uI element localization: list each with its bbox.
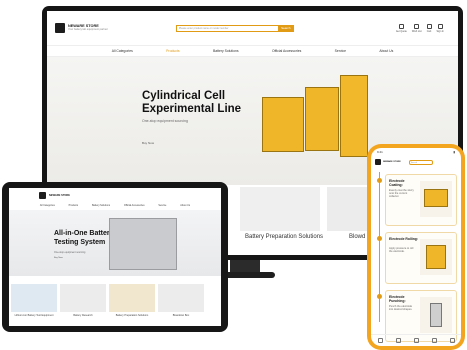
- machine-image: [340, 75, 368, 157]
- timeline-dot: [377, 294, 382, 299]
- search-button[interactable]: Search: [277, 24, 294, 32]
- timeline-dot: [377, 236, 382, 241]
- phone-header: NEWARE STORE Search: [371, 156, 461, 168]
- nav-about-us[interactable]: About Us: [180, 204, 190, 207]
- category-card-label[interactable]: Blowdown Box: [156, 314, 206, 317]
- nav-service[interactable]: Service: [335, 49, 346, 53]
- hero-cta-link[interactable]: Buy Now: [142, 141, 154, 145]
- category-card-label[interactable]: Battery Research: [58, 314, 108, 317]
- user-icon[interactable]: [449, 338, 455, 343]
- cart-icon: [426, 23, 432, 29]
- tablet-nav: All Categories Products Battery Solution…: [9, 202, 221, 208]
- category-card-image[interactable]: [109, 284, 155, 312]
- step-description: Evenly coat the slurry onto the current …: [389, 189, 414, 199]
- quote-icon: [398, 23, 404, 29]
- status-time: 9:41: [377, 150, 383, 154]
- phone-device: 9:41 ▮ NEWARE STORE Search Electrode Coa…: [367, 144, 465, 350]
- category-card-image[interactable]: [11, 284, 57, 312]
- nav-all-categories[interactable]: All Categories: [112, 49, 133, 53]
- step-title: Electrode Rolling:: [389, 237, 419, 241]
- wishlist-label: Wish List: [411, 29, 422, 33]
- step-description: Punch the electrode into desired shapes.: [389, 305, 413, 312]
- timeline-dot: [377, 178, 382, 183]
- tablet-category-cards: Lithium-Ion Battery Test Equipment Batte…: [9, 278, 221, 326]
- category-card-label[interactable]: Battery Preparation Solutions: [107, 314, 157, 317]
- tablet-screen: NEWARE STORE All Categories Products Bat…: [9, 188, 221, 326]
- brand-name: NEWARE STORE Your battery lab equipment …: [68, 24, 108, 33]
- quote-label: Get Quote: [395, 29, 407, 33]
- logo-mark: [55, 23, 65, 33]
- search-bar: Please enter product name or model numbe…: [175, 24, 294, 32]
- machine-image: [426, 245, 446, 269]
- nav-all-categories[interactable]: All Categories: [40, 204, 55, 207]
- signin-button[interactable]: Sign In: [436, 23, 444, 33]
- tablet-hero-subtitle: One-stop equipment sourcing: [54, 251, 86, 254]
- punching-machine-image: [420, 297, 452, 333]
- tablet-hero-cta[interactable]: Buy Now: [54, 257, 63, 259]
- nav-official-accessories[interactable]: Official Accessories: [272, 49, 301, 53]
- machine-image: [305, 87, 339, 151]
- cart-button[interactable]: Cart: [426, 23, 432, 33]
- rolling-machine-image: [420, 239, 452, 275]
- search-input[interactable]: Please enter product name or model numbe…: [175, 24, 278, 32]
- brand-name-text: NEWARE STORE: [68, 23, 99, 28]
- process-timeline: [379, 172, 380, 322]
- phone-tab-bar: [371, 334, 461, 346]
- machine-image: [430, 303, 442, 327]
- process-step[interactable]: Electrode Rolling: Apply pressure to rol…: [385, 232, 457, 284]
- quote-icon[interactable]: [413, 338, 419, 343]
- category-card-label[interactable]: Battery Preparation Solutions: [245, 234, 323, 240]
- hero-subtitle: One-stop equipment sourcing: [142, 119, 188, 123]
- nav-products[interactable]: Products: [166, 49, 179, 53]
- brand-logo[interactable]: NEWARE STORE Your battery lab equipment …: [55, 23, 108, 33]
- machine-image: [424, 189, 448, 207]
- nav-battery-solutions[interactable]: Battery Solutions: [92, 204, 110, 207]
- category-card-label[interactable]: Blowd: [349, 234, 365, 240]
- step-description: Apply pressure to roll the electrode.: [389, 247, 414, 254]
- test-system-image: [109, 218, 177, 270]
- heart-icon: [414, 23, 420, 29]
- phone-screen: 9:41 ▮ NEWARE STORE Search Electrode Coa…: [371, 148, 461, 346]
- signin-label: Sign In: [436, 29, 444, 33]
- brand-logo[interactable]: NEWARE STORE: [39, 191, 70, 199]
- hero-title: Cylindrical Cell Experimental Line: [142, 90, 242, 115]
- step-title: Electrode Coating:: [389, 179, 405, 187]
- machine-image: [262, 97, 304, 152]
- desktop-header: NEWARE STORE Your battery lab equipment …: [47, 11, 458, 45]
- brand-tagline: Your battery lab equipment partner: [68, 28, 108, 31]
- battery-icon: ▮: [453, 150, 455, 154]
- category-card-image[interactable]: [158, 284, 204, 312]
- phone-status-bar: 9:41 ▮: [371, 148, 461, 156]
- nav-about-us[interactable]: About Us: [379, 49, 393, 53]
- nav-official-accessories[interactable]: Official Accessories: [124, 204, 145, 207]
- cart-icon[interactable]: [431, 338, 437, 343]
- process-step[interactable]: Electrode Coating: Evenly coat the slurr…: [385, 174, 457, 226]
- step-title: Electrode Punching:: [389, 295, 406, 303]
- home-icon[interactable]: [377, 338, 383, 343]
- brand-name: NEWARE STORE: [49, 193, 70, 197]
- category-icon[interactable]: [395, 338, 401, 343]
- tablet-hero-banner: All-in-One Battery Testing System One-st…: [9, 210, 221, 276]
- category-card-image[interactable]: [60, 284, 106, 312]
- tablet-device: NEWARE STORE All Categories Products Bat…: [2, 182, 228, 332]
- logo-mark[interactable]: [375, 159, 381, 165]
- coating-machine-image: [420, 181, 452, 217]
- user-icon: [437, 23, 443, 29]
- cart-label: Cart: [426, 29, 432, 33]
- tablet-header: NEWARE STORE: [9, 188, 221, 202]
- nav-battery-solutions[interactable]: Battery Solutions: [213, 49, 239, 53]
- header-icons: Get Quote Wish List Cart Sign In: [395, 23, 444, 33]
- wishlist-button[interactable]: Wish List: [411, 23, 422, 33]
- brand-name: NEWARE STORE: [383, 160, 401, 163]
- phone-search-input[interactable]: Search: [408, 159, 433, 165]
- category-card-image[interactable]: [240, 187, 320, 231]
- nav-service[interactable]: Service: [158, 204, 166, 207]
- nav-products[interactable]: Products: [69, 204, 78, 207]
- logo-mark: [39, 191, 46, 199]
- category-card-label[interactable]: Lithium-Ion Battery Test Equipment: [9, 314, 59, 317]
- desktop-nav: All Categories Products Battery Solution…: [47, 45, 458, 57]
- quote-button[interactable]: Get Quote: [395, 23, 407, 33]
